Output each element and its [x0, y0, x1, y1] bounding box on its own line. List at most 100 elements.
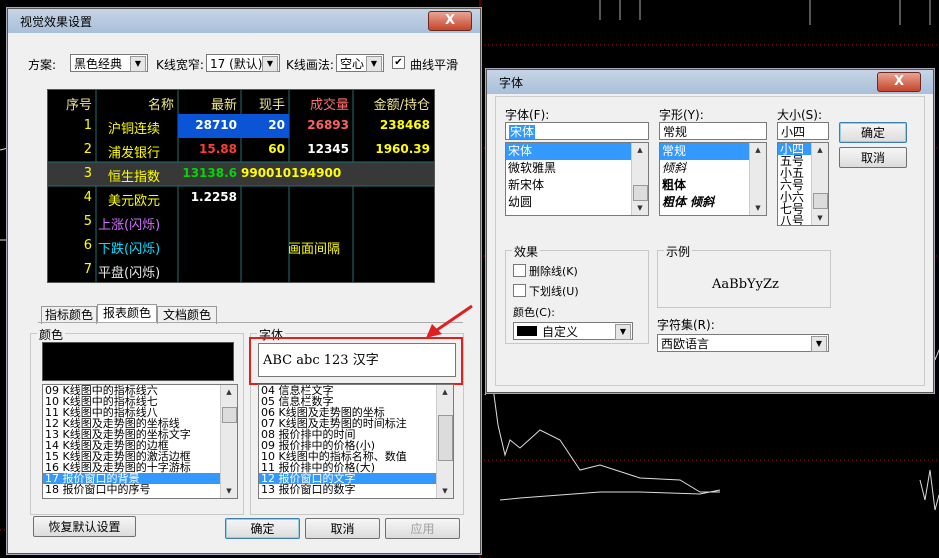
ok-button[interactable]: 确定 — [225, 518, 300, 539]
table-cell: 4 — [83, 190, 92, 205]
font-face-input[interactable]: 宋体 — [505, 122, 649, 140]
table-cell: 28710 — [195, 118, 237, 132]
dialog-title: 视觉效果设置 — [20, 15, 93, 29]
kdraw-select[interactable]: 空心 ▼ — [336, 54, 384, 72]
apply-button: 应用 — [385, 518, 460, 539]
table-cell: 990010194900 — [241, 166, 342, 180]
table-cell: 上涨(闪烁) — [98, 218, 161, 233]
charset-label: 字符集(R): — [657, 318, 715, 332]
color-item-list[interactable]: 09 K线图中的指标线六 10 K线图中的指标线七 11 K线图中的指标线八 12 K… — [42, 384, 238, 499]
list-item[interactable]: 微软雅黑 — [506, 160, 648, 177]
list-item[interactable]: 18 报价窗口中的序号 — [43, 484, 237, 495]
title-bar[interactable]: 视觉效果设置 X — [8, 9, 480, 33]
scroll-thumb[interactable] — [222, 407, 237, 423]
scrollbar[interactable]: ▲ ▼ — [220, 385, 237, 498]
font-ok-button[interactable]: 确定 — [839, 122, 907, 143]
font-face-list[interactable]: 宋体 微软雅黑 新宋体 幼圆 ▲ ▼ — [505, 142, 649, 216]
chevron-down-icon[interactable]: ▼ — [130, 56, 146, 72]
table-header: 成交量 — [309, 98, 349, 113]
smooth-checkbox[interactable]: ✔ — [392, 56, 405, 69]
scroll-down-icon[interactable]: ▼ — [221, 484, 237, 498]
scroll-thumb[interactable] — [813, 193, 828, 209]
font-color-select[interactable]: 自定义 ▼ — [513, 322, 633, 340]
close-button[interactable]: X — [428, 11, 472, 31]
font-size-value: 小四 — [781, 125, 806, 139]
effects-title: 效果 — [512, 243, 541, 260]
strikeout-checkbox[interactable] — [513, 264, 526, 277]
underline-label: 下划线(U) — [529, 285, 579, 298]
sample-text: AaBbYyZz — [712, 277, 779, 292]
table-cell: 浦发银行 — [108, 146, 161, 161]
list-item[interactable]: 新宋体 — [506, 177, 648, 194]
scroll-down-icon[interactable]: ▼ — [437, 484, 453, 498]
scroll-up-icon[interactable]: ▲ — [750, 143, 766, 157]
font-dialog: 字体 X 字体(F): 宋体 宋体 微软雅黑 新宋体 幼圆 ▲ ▼ 字形(Y): 常规… — [486, 69, 934, 393]
scroll-down-icon[interactable]: ▼ — [812, 211, 828, 225]
chevron-down-icon[interactable]: ▼ — [366, 56, 382, 72]
cancel-button[interactable]: 取消 — [305, 518, 380, 539]
chevron-down-icon[interactable]: ▼ — [615, 324, 631, 340]
scrollbar[interactable]: ▲ ▼ — [436, 385, 453, 498]
list-item[interactable]: 宋体 — [506, 143, 648, 160]
table-cell: 1960.39 — [375, 142, 430, 156]
color-swatch — [517, 326, 537, 336]
scrollbar[interactable]: ▲ ▼ — [811, 143, 828, 225]
table-cell: 238468 — [379, 118, 430, 132]
close-button[interactable]: X — [877, 72, 921, 92]
table-cell: 3 — [83, 166, 92, 181]
font-cancel-button[interactable]: 取消 — [839, 147, 907, 168]
scroll-down-icon[interactable]: ▼ — [632, 201, 648, 215]
kwidth-select[interactable]: 17 (默认) ▼ — [206, 54, 280, 72]
scheme-label: 方案: — [28, 58, 57, 72]
chevron-down-icon[interactable]: ▼ — [262, 56, 278, 72]
table-cell: 12345 — [307, 142, 349, 156]
color-swatch[interactable] — [42, 342, 234, 381]
font-title-bar[interactable]: 字体 X — [487, 70, 933, 94]
scrollbar[interactable]: ▲ ▼ — [749, 143, 766, 215]
table-cell: 沪铜连续 — [108, 122, 161, 137]
scroll-up-icon[interactable]: ▲ — [221, 385, 237, 399]
table-header: 现手 — [258, 98, 285, 113]
tab-body-border — [38, 322, 463, 323]
font-dialog-title: 字体 — [499, 76, 524, 90]
table-header: 名称 — [147, 98, 174, 113]
color-group-title: 颜色 — [37, 326, 66, 343]
font-style-label: 字形(Y): — [659, 108, 704, 122]
font-style-list[interactable]: 常规 倾斜 粗体 粗体 倾斜 ▲ ▼ — [659, 142, 767, 216]
scrollbar[interactable]: ▲ ▼ — [631, 143, 648, 215]
tab-report-colors[interactable]: 报表颜色 — [97, 304, 157, 323]
font-color-label: 颜色(C): — [513, 306, 555, 319]
font-size-label: 大小(S): — [777, 108, 823, 122]
font-size-list[interactable]: 小四 五号 小五 六号 小六 七号 八号 ▲ ▼ — [777, 142, 829, 226]
table-cell: 下跌(闪烁) — [98, 242, 161, 257]
scroll-down-icon[interactable]: ▼ — [750, 201, 766, 215]
table-cell: 13138.6 — [182, 166, 237, 180]
font-item-list[interactable]: 04 信息栏文字 05 信息栏数字 06 K线图及走势图的坐标 07 K线图及走势图的… — [258, 384, 454, 499]
scroll-up-icon[interactable]: ▲ — [437, 385, 453, 399]
kwidth-value: 17 (默认) — [210, 57, 263, 71]
scroll-thumb[interactable] — [438, 415, 453, 461]
scheme-select[interactable]: 黑色经典 ▼ — [70, 54, 148, 72]
table-cell: 5 — [83, 214, 92, 229]
font-color-value: 自定义 — [542, 325, 579, 339]
scroll-up-icon[interactable]: ▲ — [812, 143, 828, 157]
scroll-thumb[interactable] — [633, 185, 648, 201]
font-style-input[interactable]: 常规 — [659, 122, 767, 140]
sample-title: 示例 — [664, 243, 693, 260]
list-item[interactable]: 幼圆 — [506, 194, 648, 211]
strikeout-label: 删除线(K) — [529, 265, 578, 278]
underline-checkbox[interactable] — [513, 284, 526, 297]
annotation-arrow — [426, 304, 473, 338]
chevron-down-icon[interactable]: ▼ — [811, 336, 827, 352]
table-cell: 26893 — [307, 118, 349, 132]
font-size-input[interactable]: 小四 — [777, 122, 829, 140]
quote-preview-table[interactable]: 序号 名称 最新 现手 成交量 金额/持仓 1 沪铜连续 28710 20 26893 238468 2… — [47, 89, 435, 283]
table-cell: 1.2258 — [190, 190, 237, 204]
table-cell: 1 — [83, 118, 92, 133]
table-cell: 7 — [83, 262, 92, 277]
scroll-up-icon[interactable]: ▲ — [632, 143, 648, 157]
list-item[interactable]: 13 报价窗口的数字 — [259, 484, 453, 495]
charset-select[interactable]: 西欧语言 ▼ — [657, 334, 829, 352]
annotation-highlight-box — [249, 337, 463, 385]
restore-defaults-button[interactable]: 恢复默认设置 — [33, 516, 136, 537]
